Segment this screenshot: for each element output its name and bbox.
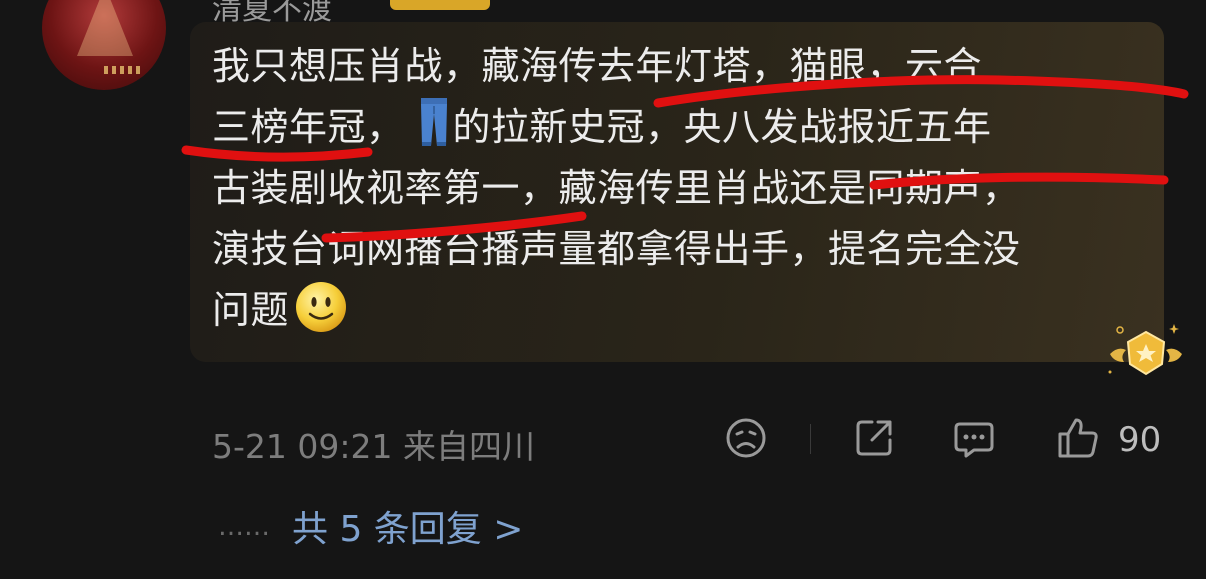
comment-line-part: 的拉新史冠，央八发战报近五年 xyxy=(452,105,992,149)
action-divider xyxy=(810,424,811,454)
comment-card: 清夏不渡 我只想压肖战，藏海传去年灯塔，猫眼，云合 三榜年冠， 的拉新史冠，央八… xyxy=(0,0,1206,579)
like-count: 90 xyxy=(1118,420,1162,460)
avatar-decoration-dots xyxy=(104,66,144,74)
comment-line: 问题 xyxy=(212,280,1157,341)
comment-icon[interactable] xyxy=(952,416,996,460)
jeans-emoji-icon xyxy=(420,98,447,146)
avatar-decoration xyxy=(77,0,133,56)
comment-timestamp: 5-21 09:21 来自四川 xyxy=(212,427,535,466)
comment-line: 我只想压肖战，藏海传去年灯塔，猫眼，云合 xyxy=(212,44,983,88)
dislike-icon[interactable] xyxy=(724,416,768,460)
replies-label[interactable]: 共 5 条回复 > xyxy=(292,509,523,550)
comment-text: 我只想压肖战，藏海传去年灯塔，猫眼，云合 三榜年冠， 的拉新史冠，央八发战报近五… xyxy=(212,36,1157,341)
view-replies-link[interactable]: …… 共 5 条回复 > xyxy=(218,500,523,552)
smile-emoji-icon xyxy=(296,282,347,332)
comment-line: 三榜年冠， 的拉新史冠，央八发战报近五年 xyxy=(212,97,1157,158)
like-icon[interactable] xyxy=(1056,416,1100,460)
replies-ellipsis: …… xyxy=(218,512,270,542)
comment-line: 演技台词网播台播声量都拿得出手，提名完全没 xyxy=(212,227,1021,271)
comment-line-part: 问题 xyxy=(212,288,290,332)
star-level-badge-icon xyxy=(1108,324,1182,376)
avatar[interactable] xyxy=(42,0,166,90)
user-badge xyxy=(390,0,490,10)
comment-line: 古装剧收视率第一，藏海传里肖战还是同期声， xyxy=(212,166,1021,210)
comment-line-part: 三榜年冠， xyxy=(212,105,405,149)
share-icon[interactable] xyxy=(852,416,896,460)
